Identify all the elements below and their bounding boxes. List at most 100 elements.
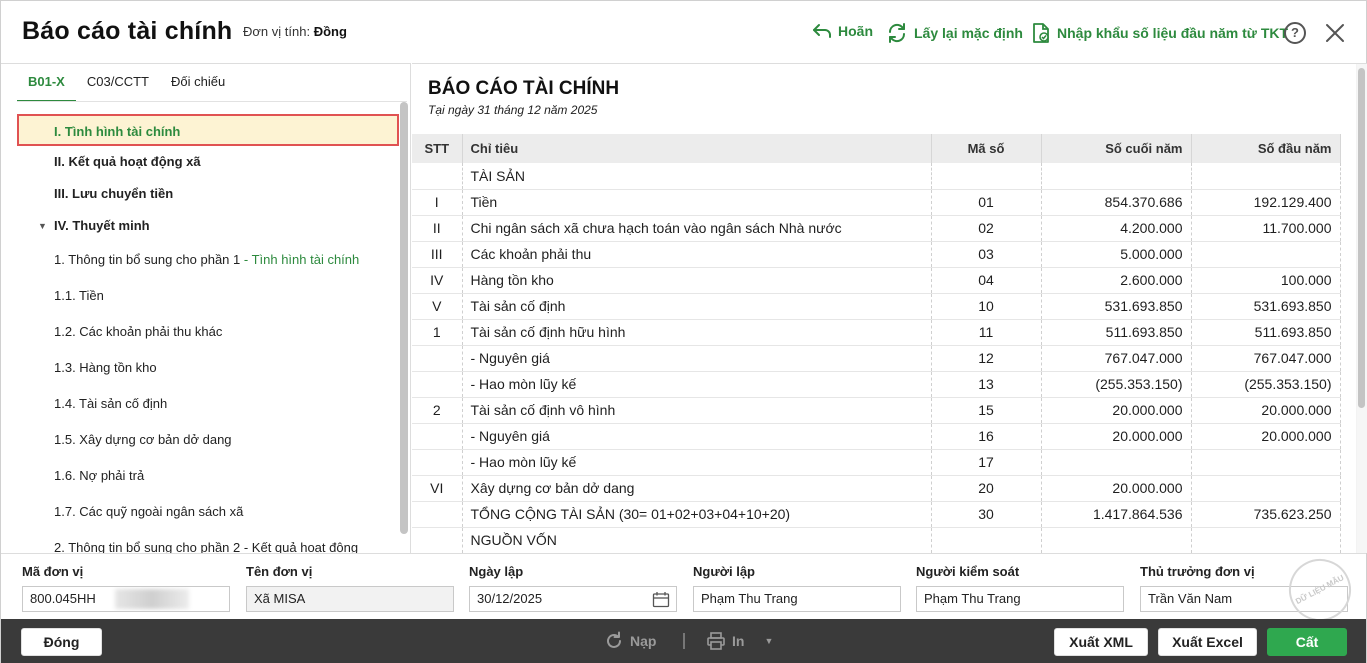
cell-opening[interactable]: 735.623.250 xyxy=(1191,501,1341,528)
preparer-input[interactable]: Phạm Thu Trang xyxy=(693,586,901,612)
cell-item[interactable]: - Nguyên giá xyxy=(462,345,932,372)
cell-opening[interactable]: 20.000.000 xyxy=(1191,423,1341,450)
table-row[interactable]: 1 Tài sản cố định hữu hình 11 511.693.850 51… xyxy=(412,319,1341,346)
cell-closing[interactable] xyxy=(1041,163,1192,190)
table-row[interactable]: - Nguyên giá 16 20.000.000 20.000.000 xyxy=(412,423,1341,450)
tab-reconciliation[interactable]: Đối chiếu xyxy=(160,70,236,102)
cell-code[interactable] xyxy=(931,163,1042,190)
cell-item[interactable]: Tài sản cố định hữu hình xyxy=(462,319,932,346)
cell-item[interactable]: Chi ngân sách xã chưa hạch toán vào ngân… xyxy=(462,215,932,242)
table-row[interactable]: II Chi ngân sách xã chưa hạch toán vào ng… xyxy=(412,215,1341,242)
cell-item[interactable]: Tài sản cố định vô hình xyxy=(462,397,932,424)
report-date-input[interactable]: 30/12/2025 xyxy=(469,586,677,612)
cell-closing[interactable]: 1.417.864.536 xyxy=(1041,501,1192,528)
cell-stt[interactable]: IV xyxy=(412,267,463,294)
nav-item-notes[interactable]: ▼ IV. Thuyết minh xyxy=(17,210,399,242)
cell-opening[interactable] xyxy=(1191,527,1341,553)
cell-item[interactable]: - Hao mòn lũy kế xyxy=(462,371,932,398)
help-icon[interactable]: ? xyxy=(1284,22,1306,44)
cell-opening[interactable]: 100.000 xyxy=(1191,267,1341,294)
cell-code[interactable]: 02 xyxy=(931,215,1042,242)
dropdown-caret-icon[interactable]: ▼ xyxy=(764,636,773,646)
nav-scrollbar-thumb[interactable] xyxy=(400,102,408,534)
nav-item-operating-results[interactable]: II. Kết quả hoạt động xã xyxy=(17,146,399,178)
cell-opening[interactable] xyxy=(1191,475,1341,502)
nav-scrollbar[interactable] xyxy=(399,102,409,542)
table-row[interactable]: IV Hàng tồn kho 04 2.600.000 100.000 xyxy=(412,267,1341,294)
report-scrollbar-thumb[interactable] xyxy=(1358,68,1365,408)
cell-closing[interactable]: 2.600.000 xyxy=(1041,267,1192,294)
table-row[interactable]: 2 Tài sản cố định vô hình 15 20.000.000 20.0… xyxy=(412,397,1341,424)
cell-closing[interactable]: 854.370.686 xyxy=(1041,189,1192,216)
calendar-icon[interactable] xyxy=(652,591,670,608)
cell-closing[interactable] xyxy=(1041,449,1192,476)
cell-item[interactable]: - Nguyên giá xyxy=(462,423,932,450)
caret-down-icon[interactable]: ▼ xyxy=(38,210,47,242)
nav-item-financial-position[interactable]: I. Tình hình tài chính xyxy=(17,114,399,146)
cell-opening[interactable] xyxy=(1191,163,1341,190)
export-xml-button[interactable]: Xuất XML xyxy=(1054,628,1148,656)
cell-closing[interactable]: 20.000.000 xyxy=(1041,397,1192,424)
nav-subitem-cash[interactable]: 1.1. Tiền xyxy=(17,278,399,314)
cell-stt[interactable]: VI xyxy=(412,475,463,502)
cell-opening[interactable]: 20.000.000 xyxy=(1191,397,1341,424)
print-button[interactable]: In ▼ xyxy=(706,631,773,651)
table-row[interactable]: I Tiền 01 854.370.686 192.129.400 xyxy=(412,189,1341,216)
load-button[interactable]: Nạp xyxy=(604,631,656,651)
cell-closing[interactable]: 5.000.000 xyxy=(1041,241,1192,268)
cell-stt[interactable]: I xyxy=(412,189,463,216)
save-button[interactable]: Cất xyxy=(1267,628,1347,656)
cell-opening[interactable] xyxy=(1191,449,1341,476)
reset-default-button[interactable]: Lấy lại mặc định xyxy=(886,22,1023,44)
cell-closing[interactable]: 4.200.000 xyxy=(1041,215,1192,242)
close-icon[interactable] xyxy=(1323,21,1347,45)
cell-stt[interactable]: 1 xyxy=(412,319,463,346)
table-row[interactable]: VI Xây dựng cơ bản dở dang 20 20.000.000 xyxy=(412,475,1341,502)
table-row[interactable]: - Hao mòn lũy kế 17 xyxy=(412,449,1341,476)
nav-item-cash-flow[interactable]: III. Lưu chuyển tiền xyxy=(17,178,399,210)
cell-code[interactable]: 12 xyxy=(931,345,1042,372)
cell-code[interactable]: 11 xyxy=(931,319,1042,346)
cell-opening[interactable]: 767.047.000 xyxy=(1191,345,1341,372)
nav-subitem-other-receivables[interactable]: 1.2. Các khoản phải thu khác xyxy=(17,314,399,350)
cell-item[interactable]: Các khoản phải thu xyxy=(462,241,932,268)
nav-subitem-supplement-part1[interactable]: 1. Thông tin bổ sung cho phần 1 - Tình h… xyxy=(17,242,399,278)
cell-opening[interactable]: 192.129.400 xyxy=(1191,189,1341,216)
cell-code[interactable]: 17 xyxy=(931,449,1042,476)
cell-stt[interactable]: 2 xyxy=(412,397,463,424)
cell-stt[interactable] xyxy=(412,501,463,528)
nav-subitem-off-budget-funds[interactable]: 1.7. Các quỹ ngoài ngân sách xã xyxy=(17,494,399,530)
cell-code[interactable] xyxy=(931,527,1042,553)
nav-subitem-fixed-assets[interactable]: 1.4. Tài sản cố định xyxy=(17,386,399,422)
nav-subitem-supplement-part2[interactable]: 2. Thông tin bổ sung cho phần 2 - Kết qu… xyxy=(17,530,399,553)
table-row[interactable]: NGUỒN VỐN xyxy=(412,527,1341,553)
cell-code[interactable]: 20 xyxy=(931,475,1042,502)
nav-subitem-construction-in-progress[interactable]: 1.5. Xây dựng cơ bản dở dang xyxy=(17,422,399,458)
cell-item[interactable]: TỔNG CỘNG TÀI SẢN (30= 01+02+03+04+10+20… xyxy=(462,501,932,528)
cell-code[interactable]: 10 xyxy=(931,293,1042,320)
cell-item[interactable]: Hàng tồn kho xyxy=(462,267,932,294)
cell-code[interactable]: 03 xyxy=(931,241,1042,268)
table-row[interactable]: - Nguyên giá 12 767.047.000 767.047.000 xyxy=(412,345,1341,372)
cell-stt[interactable] xyxy=(412,423,463,450)
cell-code[interactable]: 04 xyxy=(931,267,1042,294)
report-scrollbar[interactable] xyxy=(1357,64,1367,553)
table-row[interactable]: III Các khoản phải thu 03 5.000.000 xyxy=(412,241,1341,268)
cell-opening[interactable]: 11.700.000 xyxy=(1191,215,1341,242)
cell-stt[interactable] xyxy=(412,449,463,476)
cell-item[interactable]: Tiền xyxy=(462,189,932,216)
import-opening-balance-button[interactable]: Nhập khẩu số liệu đầu năm từ TKT xyxy=(1031,22,1288,44)
cell-stt[interactable]: III xyxy=(412,241,463,268)
cell-closing[interactable] xyxy=(1041,527,1192,553)
cell-item[interactable]: Tài sản cố định xyxy=(462,293,932,320)
cell-stt[interactable] xyxy=(412,163,463,190)
cell-stt[interactable]: V xyxy=(412,293,463,320)
tab-c03-cctt[interactable]: C03/CCTT xyxy=(76,70,160,102)
cell-closing[interactable]: 20.000.000 xyxy=(1041,423,1192,450)
export-excel-button[interactable]: Xuất Excel xyxy=(1158,628,1257,656)
undo-button[interactable]: Hoãn xyxy=(812,22,873,40)
table-row[interactable]: TÀI SẢN xyxy=(412,163,1341,190)
cell-closing[interactable]: 767.047.000 xyxy=(1041,345,1192,372)
cell-stt[interactable] xyxy=(412,527,463,553)
cell-item[interactable]: NGUỒN VỐN xyxy=(462,527,932,553)
